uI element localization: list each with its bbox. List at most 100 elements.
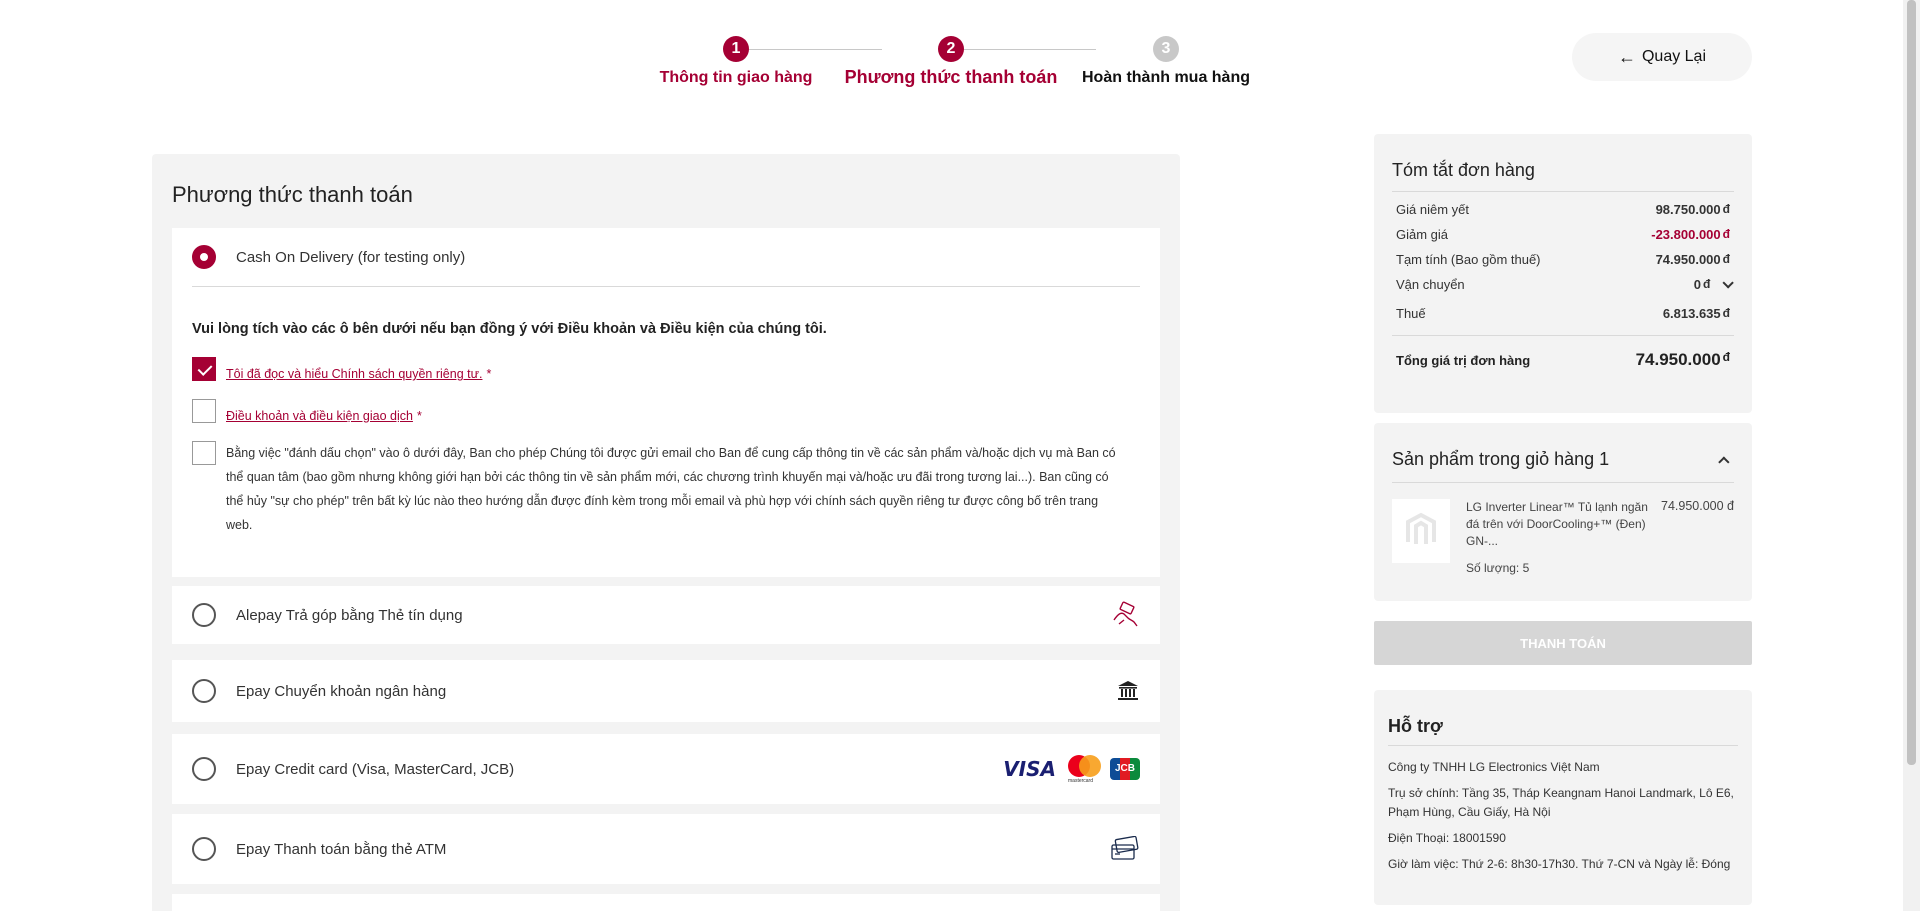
summary-row-discount: Giảm giá -23.800.000 đ [1392, 227, 1734, 242]
step-3-label: Hoàn thành mua hàng [1082, 69, 1250, 86]
step-3-number: 3 [1153, 36, 1179, 62]
radio-alepay[interactable] [192, 603, 216, 627]
radio-epay-credit[interactable] [192, 757, 216, 781]
currency-symbol: đ [1703, 277, 1711, 291]
summary-row-tax: Thuế 6.813.635 đ [1392, 306, 1734, 321]
order-summary: Tóm tắt đơn hàng Giá niêm yết 98.750.000… [1374, 134, 1752, 413]
support-company: Công ty TNHH LG Electronics Việt Nam [1388, 760, 1600, 774]
step-2-number: 2 [938, 36, 964, 62]
support-address: Trụ sở chính: Tầng 35, Tháp Keangnam Han… [1388, 786, 1734, 819]
divider [1392, 191, 1734, 192]
scrollbar-thumb[interactable] [1907, 0, 1916, 765]
card-brand-logos: VISA mastercard JCB [1003, 754, 1140, 784]
product-thumbnail [1392, 499, 1450, 563]
page-scrollbar[interactable] [1903, 0, 1920, 911]
atm-card-icon [1110, 836, 1140, 862]
arrow-left-icon: ← [1617, 46, 1636, 67]
shipping-label: Vận chuyển [1396, 277, 1465, 292]
payment-method-epay-atm[interactable]: Epay Thanh toán bằng thẻ ATM [172, 814, 1160, 884]
tax-value: 6.813.635 [1662, 306, 1721, 321]
mastercard-logo: mastercard [1066, 754, 1102, 784]
consent-title: Vui lòng tích vào các ô bên dưới nếu bạn… [192, 321, 827, 337]
product-price: 74.950.000 đ [1661, 499, 1734, 513]
total-value: 74.950.000 [1635, 350, 1721, 369]
method-label-epay-credit: Epay Credit card (Visa, MasterCard, JCB) [236, 760, 515, 778]
divider [192, 286, 1140, 287]
method-label-epay-atm: Epay Thanh toán bằng thẻ ATM [236, 840, 447, 858]
bank-icon [1116, 679, 1140, 703]
terms-link[interactable]: Điều khoản và điều kiện giao dịch [226, 409, 413, 423]
support-box: Hỗ trợ Công ty TNHH LG Electronics Việt … [1374, 690, 1752, 905]
payment-method-next [172, 894, 1160, 911]
back-button-label: Quay Lại [1641, 48, 1707, 65]
payment-method-cod: Cash On Delivery (for testing only) Vui … [172, 228, 1160, 577]
summary-title: Tóm tắt đơn hàng [1392, 160, 1535, 180]
visa-logo: VISA [1003, 757, 1056, 781]
total-label: Tổng giá trị đơn hàng [1396, 352, 1531, 368]
discount-label: Giảm giá [1396, 227, 1449, 242]
marketing-consent-row: Bằng việc "đánh dấu chọn" vào ô dưới đây… [192, 441, 1140, 537]
summary-total: Tổng giá trị đơn hàng 74.950.000 đ [1392, 350, 1734, 370]
currency-symbol: đ [1722, 306, 1730, 320]
radio-epay-bank[interactable] [192, 679, 216, 703]
payment-method-alepay[interactable]: Alepay Trả góp bằng Thẻ tín dụng [172, 586, 1160, 644]
required-mark: * [416, 409, 422, 423]
method-label-cod: Cash On Delivery (for testing only) [236, 248, 466, 266]
summary-row-list-price: Giá niêm yết 98.750.000 đ [1392, 202, 1734, 217]
payment-method-epay-credit[interactable]: Epay Credit card (Visa, MasterCard, JCB)… [172, 734, 1160, 804]
privacy-policy-link[interactable]: Tôi đã đọc và hiểu Chính sách quyền riên… [226, 367, 482, 381]
list-price-label: Giá niêm yết [1396, 202, 1469, 217]
summary-row-subtotal: Tạm tính (Bao gồm thuế) 74.950.000 đ [1392, 252, 1734, 267]
terms-consent-row: Điều khoản và điều kiện giao dịch * [192, 399, 1140, 423]
radio-cod[interactable] [192, 245, 216, 269]
checkout-stepper: 1 Thông tin giao hàng 2 Phương thức than… [660, 36, 1260, 96]
support-hours: Giờ làm việc: Thứ 2-6: 8h30-17h30. Thứ 7… [1388, 857, 1731, 871]
product-quantity: Số lượng: 5 [1466, 561, 1530, 575]
payment-title: Phương thức thanh toán [172, 182, 413, 207]
divider [1388, 745, 1738, 746]
cart-item: LG Inverter Linear™ Tủ lạnh ngăn đá trên… [1392, 499, 1734, 577]
privacy-checkbox[interactable] [192, 357, 216, 381]
step-connector [736, 49, 882, 50]
step-2-label: Phương thức thanh toán [844, 67, 1058, 87]
method-label-alepay: Alepay Trả góp bằng Thẻ tín dụng [236, 606, 463, 624]
hand-card-icon [1110, 600, 1140, 630]
chevron-up-icon[interactable] [1718, 455, 1730, 468]
currency-symbol: đ [1722, 350, 1730, 364]
currency-symbol: đ [1722, 227, 1730, 241]
step-connector [950, 49, 1096, 50]
support-phone: Điện Thoại: 18001590 [1388, 831, 1506, 845]
payment-method-epay-bank[interactable]: Epay Chuyển khoản ngân hàng [172, 660, 1160, 722]
currency-symbol: đ [1722, 202, 1730, 216]
cart-title: Sản phẩm trong giỏ hàng 1 [1392, 449, 1610, 469]
payment-method-panel: Phương thức thanh toán Cash On Delivery … [152, 154, 1180, 911]
divider [1392, 482, 1734, 483]
product-name[interactable]: LG Inverter Linear™ Tủ lạnh ngăn đá trên… [1466, 499, 1655, 550]
divider [1392, 335, 1734, 336]
support-title: Hỗ trợ [1388, 716, 1443, 736]
method-label-epay-bank: Epay Chuyển khoản ngân hàng [236, 682, 447, 700]
required-mark: * [486, 367, 492, 381]
mastercard-caption: mastercard [1068, 778, 1094, 784]
discount-value: -23.800.000 [1651, 227, 1721, 242]
terms-checkbox[interactable] [192, 399, 216, 423]
marketing-checkbox[interactable] [192, 441, 216, 465]
back-button[interactable]: ← Quay Lại [1572, 33, 1752, 81]
checkout-button[interactable]: THANH TOÁN [1374, 621, 1752, 665]
cart-header[interactable]: Sản phẩm trong giỏ hàng 1 [1392, 449, 1734, 470]
summary-row-shipping[interactable]: Vận chuyển 0đ [1392, 277, 1734, 292]
privacy-consent-row: Tôi đã đọc và hiểu Chính sách quyền riên… [192, 357, 1140, 381]
marketing-consent-text: Bằng việc "đánh dấu chọn" vào ô dưới đây… [226, 446, 1116, 532]
product-info: LG Inverter Linear™ Tủ lạnh ngăn đá trên… [1466, 499, 1655, 577]
step-1-label[interactable]: Thông tin giao hàng [660, 69, 813, 87]
tax-label: Thuế [1396, 306, 1426, 321]
subtotal-value: 74.950.000 [1655, 252, 1721, 267]
jcb-logo: JCB [1110, 758, 1140, 780]
shipping-value: 0 [1693, 277, 1702, 292]
radio-epay-atm[interactable] [192, 837, 216, 861]
cart-products: Sản phẩm trong giỏ hàng 1 LG Inverter Li… [1374, 423, 1752, 601]
list-price-value: 98.750.000 [1655, 202, 1721, 217]
chevron-down-icon[interactable] [1722, 277, 1734, 289]
method-row-cod[interactable]: Cash On Delivery (for testing only) [172, 228, 1160, 286]
consent-section: Vui lòng tích vào các ô bên dưới nếu bạn… [172, 286, 1160, 557]
